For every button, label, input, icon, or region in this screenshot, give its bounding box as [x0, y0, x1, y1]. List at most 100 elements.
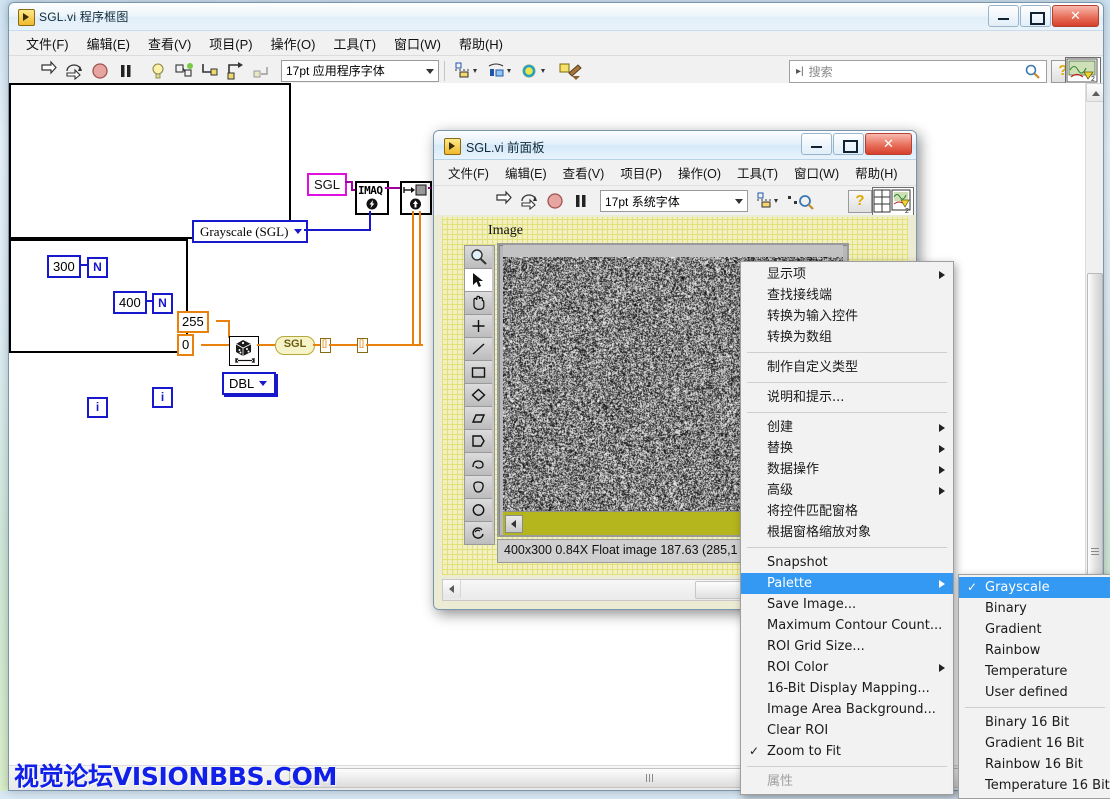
context-menu-item-20[interactable]: ROI Grid Size... — [741, 636, 953, 657]
annulus-tool-icon[interactable] — [465, 476, 492, 499]
rotated-rect-tool-icon[interactable] — [465, 384, 492, 407]
random-number-node[interactable] — [229, 336, 259, 366]
context-menu-item-0[interactable]: 显示项 — [741, 264, 953, 285]
grayscale-enum-constant[interactable]: Grayscale (SGL) — [192, 220, 308, 243]
context-menu-item-19[interactable]: Maximum Contour Count... — [741, 615, 953, 636]
context-menu-item-17[interactable]: Palette — [741, 573, 953, 594]
maximize-button[interactable] — [1020, 5, 1051, 27]
fp-font-combo[interactable]: 17pt 系统字体 — [600, 190, 748, 212]
step-into-icon[interactable] — [199, 60, 221, 82]
minimize-button[interactable] — [988, 5, 1019, 27]
inner-loop-N-terminal[interactable]: N — [152, 293, 173, 314]
palette-submenu[interactable]: GrayscaleBinaryGradientRainbowTemperatur… — [958, 574, 1110, 799]
palette-submenu-item-2[interactable]: Gradient — [959, 619, 1110, 640]
fp-minimize-button[interactable] — [801, 133, 832, 155]
context-menu-item-9[interactable]: 创建 — [741, 417, 953, 438]
random-min-constant[interactable]: 0 — [177, 334, 194, 356]
menu-operate[interactable]: 操作(O) — [262, 32, 325, 55]
rotate-tool-icon[interactable] — [465, 522, 492, 544]
align-objects-icon[interactable] — [452, 60, 482, 82]
palette-submenu-item-7[interactable]: Binary 16 Bit — [959, 712, 1110, 733]
palette-submenu-item-9[interactable]: Rainbow 16 Bit — [959, 754, 1110, 775]
fp-menu-operate[interactable]: 操作(O) — [670, 161, 729, 184]
step-out-icon[interactable] — [251, 60, 273, 82]
fp-menu-edit[interactable]: 编辑(E) — [497, 161, 555, 184]
fp-reorder-icon[interactable] — [786, 190, 816, 212]
run-arrow-icon[interactable] — [37, 60, 59, 82]
menu-help[interactable]: 帮助(H) — [450, 32, 512, 55]
fp-connector-pane-icon[interactable]: 2 — [872, 187, 914, 217]
clean-up-diagram-icon[interactable] — [558, 60, 584, 82]
palette-submenu-item-0[interactable]: Grayscale — [959, 577, 1110, 598]
fp-align-objects-icon[interactable] — [754, 190, 782, 212]
highlight-execution-icon[interactable] — [147, 60, 169, 82]
abort-icon[interactable] — [89, 60, 111, 82]
palette-submenu-item-1[interactable]: Binary — [959, 598, 1110, 619]
fp-menu-file[interactable]: 文件(F) — [440, 161, 497, 184]
step-over-icon[interactable] — [225, 60, 247, 82]
fp-maximize-button[interactable] — [833, 133, 864, 155]
menu-edit[interactable]: 编辑(E) — [78, 32, 139, 55]
sgl-type-constant[interactable]: SGL — [307, 173, 347, 196]
image-context-menu[interactable]: 显示项查找接线端转换为输入控件转换为数组制作自定义类型说明和提示... 创建替换数… — [740, 261, 954, 795]
context-menu-item-18[interactable]: Save Image... — [741, 594, 953, 615]
menu-view[interactable]: 查看(V) — [139, 32, 200, 55]
outer-loop-i-terminal[interactable]: i — [87, 397, 108, 418]
fp-menu-tools[interactable]: 工具(T) — [729, 161, 786, 184]
point-tool-icon[interactable] — [465, 315, 492, 338]
context-menu-item-21[interactable]: ROI Color — [741, 657, 953, 678]
context-menu-item-12[interactable]: 高级 — [741, 480, 953, 501]
fp-abort-icon[interactable] — [544, 190, 566, 212]
freehand-tool-icon[interactable] — [465, 453, 492, 476]
palette-submenu-item-10[interactable]: Temperature 16 Bit — [959, 775, 1110, 796]
fp-menu-help[interactable]: 帮助(H) — [847, 161, 905, 184]
broken-line-tool-icon[interactable] — [465, 499, 492, 522]
front-panel-titlebar[interactable]: SGL.vi 前面板 ✕ — [434, 131, 916, 160]
representation-combo[interactable]: DBL — [222, 372, 276, 395]
context-menu-item-23[interactable]: Image Area Background... — [741, 699, 953, 720]
fp-menu-window[interactable]: 窗口(W) — [786, 161, 847, 184]
fp-pause-icon[interactable] — [570, 190, 592, 212]
zoom-tool-icon[interactable] — [465, 246, 492, 269]
distribute-objects-icon[interactable] — [486, 60, 516, 82]
outer-for-loop[interactable] — [9, 83, 291, 239]
font-combo[interactable]: 17pt 应用程序字体 — [281, 60, 439, 82]
line-tool-icon[interactable] — [465, 338, 492, 361]
menu-file[interactable]: 文件(F) — [17, 32, 78, 55]
scroll-up-arrow-icon[interactable] — [1086, 83, 1104, 102]
fp-run-arrow-icon[interactable] — [492, 190, 514, 212]
palette-submenu-item-4[interactable]: Temperature — [959, 661, 1110, 682]
polygon-tool-icon[interactable] — [465, 430, 492, 453]
selection-tool-icon[interactable] — [465, 269, 492, 292]
pause-icon[interactable] — [115, 60, 137, 82]
context-menu-item-25[interactable]: Zoom to Fit — [741, 741, 953, 762]
palette-submenu-item-8[interactable]: Gradient 16 Bit — [959, 733, 1110, 754]
context-menu-item-1[interactable]: 查找接线端 — [741, 285, 953, 306]
fp-scroll-left-arrow-icon[interactable] — [443, 580, 461, 598]
fp-run-continuously-icon[interactable] — [518, 190, 540, 212]
context-menu-item-5[interactable]: 制作自定义类型 — [741, 357, 953, 378]
imaq-create-node[interactable]: IMAQ — [355, 181, 389, 215]
rectangle-tool-icon[interactable] — [465, 361, 492, 384]
fp-help-button[interactable]: ? — [848, 190, 872, 213]
context-menu-item-10[interactable]: 替换 — [741, 438, 953, 459]
context-menu-item-11[interactable]: 数据操作 — [741, 459, 953, 480]
menu-project[interactable]: 项目(P) — [200, 32, 261, 55]
context-menu-item-13[interactable]: 将控件匹配窗格 — [741, 501, 953, 522]
context-menu-item-3[interactable]: 转换为数组 — [741, 327, 953, 348]
palette-submenu-item-3[interactable]: Rainbow — [959, 640, 1110, 661]
fp-menu-view[interactable]: 查看(V) — [555, 161, 613, 184]
search-input[interactable]: ▸| 搜索 — [789, 60, 1047, 83]
inner-count-constant[interactable]: 400 — [113, 291, 147, 314]
menu-tools[interactable]: 工具(T) — [324, 32, 385, 55]
block-diagram-titlebar[interactable]: SGL.vi 程序框图 ✕ — [9, 3, 1103, 31]
context-menu-item-2[interactable]: 转换为输入控件 — [741, 306, 953, 327]
run-continuously-icon[interactable] — [63, 60, 85, 82]
context-menu-item-16[interactable]: Snapshot — [741, 552, 953, 573]
oval-tool-icon[interactable] — [465, 407, 492, 430]
context-menu-item-7[interactable]: 说明和提示... — [741, 387, 953, 408]
reorder-icon[interactable] — [520, 60, 550, 82]
fp-close-button[interactable]: ✕ — [865, 133, 912, 155]
outer-loop-N-terminal[interactable]: N — [87, 257, 108, 278]
close-button[interactable]: ✕ — [1052, 5, 1099, 27]
